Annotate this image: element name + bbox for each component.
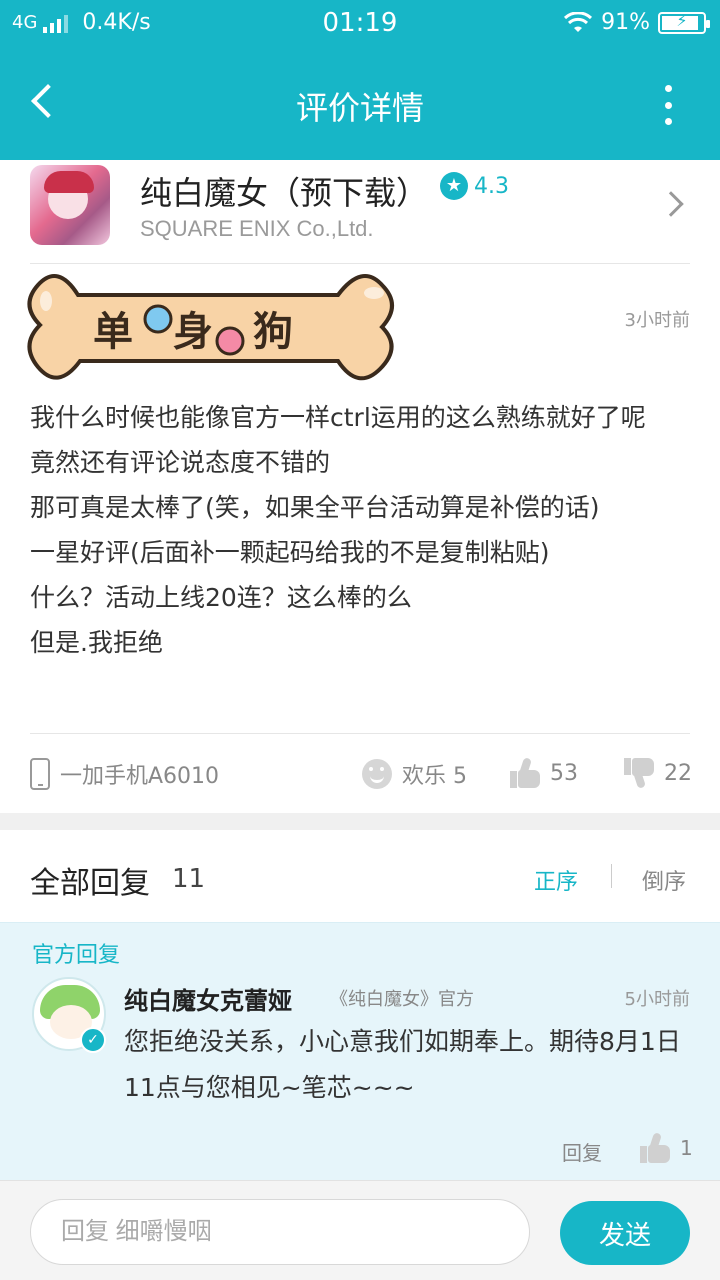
- dislike-count: 22: [664, 760, 692, 786]
- user-badge: 单身狗: [27, 274, 394, 381]
- status-right: 91% ⚡: [563, 10, 710, 35]
- top-bar: 4G 0.4K/s 01:19 91% ⚡ 评价详情: [0, 0, 720, 160]
- app-icon: [30, 165, 110, 245]
- reply-like-count: 1: [680, 1136, 693, 1160]
- sort-descending-tab[interactable]: 倒序: [642, 864, 686, 896]
- divider: [30, 263, 690, 264]
- wifi-icon: [564, 11, 593, 32]
- sort-ascending-tab[interactable]: 正序: [534, 864, 578, 896]
- like-count: 53: [550, 760, 578, 786]
- rating-value: 4.3: [474, 173, 509, 199]
- review-meta: 一加手机A6010 欢乐 5 53 22: [0, 752, 720, 800]
- review-line: 那可真是太棒了(笑，如果全平台活动算是补偿的话): [30, 493, 600, 522]
- more-options-button[interactable]: [656, 85, 680, 125]
- happy-count: 欢乐 5: [402, 764, 467, 789]
- section-gap: [0, 813, 720, 830]
- app-info-row[interactable]: 纯白魔女（预下载） ★ 4.3 SQUARE ENIX Co.,Ltd.: [0, 160, 720, 265]
- verified-check-icon: ✓: [80, 1027, 106, 1053]
- reply-username[interactable]: 纯白魔女克蕾娅: [124, 981, 292, 1016]
- nav-bar: 评价详情: [0, 55, 720, 155]
- review-line: 一星好评(后面补一颗起码给我的不是复制粘贴): [30, 538, 550, 567]
- app-name: 纯白魔女（预下载）: [140, 174, 429, 212]
- replies-title: 全部回复: [30, 866, 150, 901]
- replies-count: 11: [172, 864, 206, 894]
- app-rating: ★ 4.3: [440, 172, 509, 200]
- charging-icon: ⚡: [676, 10, 688, 30]
- reply-like-button[interactable]: 1: [640, 1132, 693, 1163]
- thumbs-up-icon: [640, 1132, 670, 1163]
- dislike-button[interactable]: 22: [624, 758, 692, 789]
- battery-icon: ⚡: [658, 10, 710, 34]
- reply-button[interactable]: 回复: [562, 1137, 602, 1166]
- review-body: 我什么时候也能像官方一样ctrl运用的这么熟练就好了呢 竟然还有评论说态度不错的…: [30, 395, 694, 665]
- happy-button[interactable]: 欢乐 5: [362, 758, 467, 790]
- smile-icon: [362, 759, 392, 789]
- review-line: 竟然还有评论说态度不错的: [30, 448, 331, 477]
- thumbs-up-icon: [510, 757, 540, 788]
- device-name: 一加手机A6010: [60, 764, 220, 789]
- phone-icon: [30, 758, 50, 790]
- app-developer: SQUARE ENIX Co.,Ltd.: [140, 216, 374, 241]
- reply-source: 《纯白魔女》官方: [330, 989, 474, 1010]
- reply-time: 5小时前: [624, 989, 690, 1010]
- battery-percent: 91%: [601, 10, 650, 35]
- page-title: 评价详情: [295, 89, 424, 127]
- sort-separator: [611, 864, 612, 888]
- review-line: 我什么时候也能像官方一样ctrl运用的这么熟练就好了呢: [30, 403, 646, 432]
- chevron-right-icon: [658, 191, 684, 217]
- official-reply: 官方回复 ✓ 纯白魔女克蕾娅 《纯白魔女》官方 5小时前 您拒绝没关系，小心意我…: [0, 922, 720, 1180]
- review-line: 但是.我拒绝: [30, 628, 163, 657]
- send-button[interactable]: 发送: [560, 1201, 690, 1265]
- review-line: 什么？活动上线20连？这么棒的么: [30, 583, 412, 612]
- status-bar: 4G 0.4K/s 01:19 91% ⚡: [0, 0, 720, 50]
- star-icon: ★: [440, 172, 468, 200]
- reply-text: 您拒绝没关系，小心意我们如期奉上。期待8月1日11点与您相见~笔芯~~~: [124, 1027, 681, 1102]
- like-button[interactable]: 53: [510, 757, 578, 788]
- reply-input[interactable]: [30, 1199, 530, 1265]
- user-badge-text: 单身狗: [93, 309, 333, 355]
- divider: [30, 733, 690, 734]
- review-time: 3小时前: [624, 310, 690, 331]
- composer-bar: 发送: [0, 1180, 720, 1280]
- official-reply-tag: 官方回复: [32, 943, 121, 968]
- thumbs-down-icon: [624, 758, 654, 789]
- device-info: 一加手机A6010: [30, 758, 219, 790]
